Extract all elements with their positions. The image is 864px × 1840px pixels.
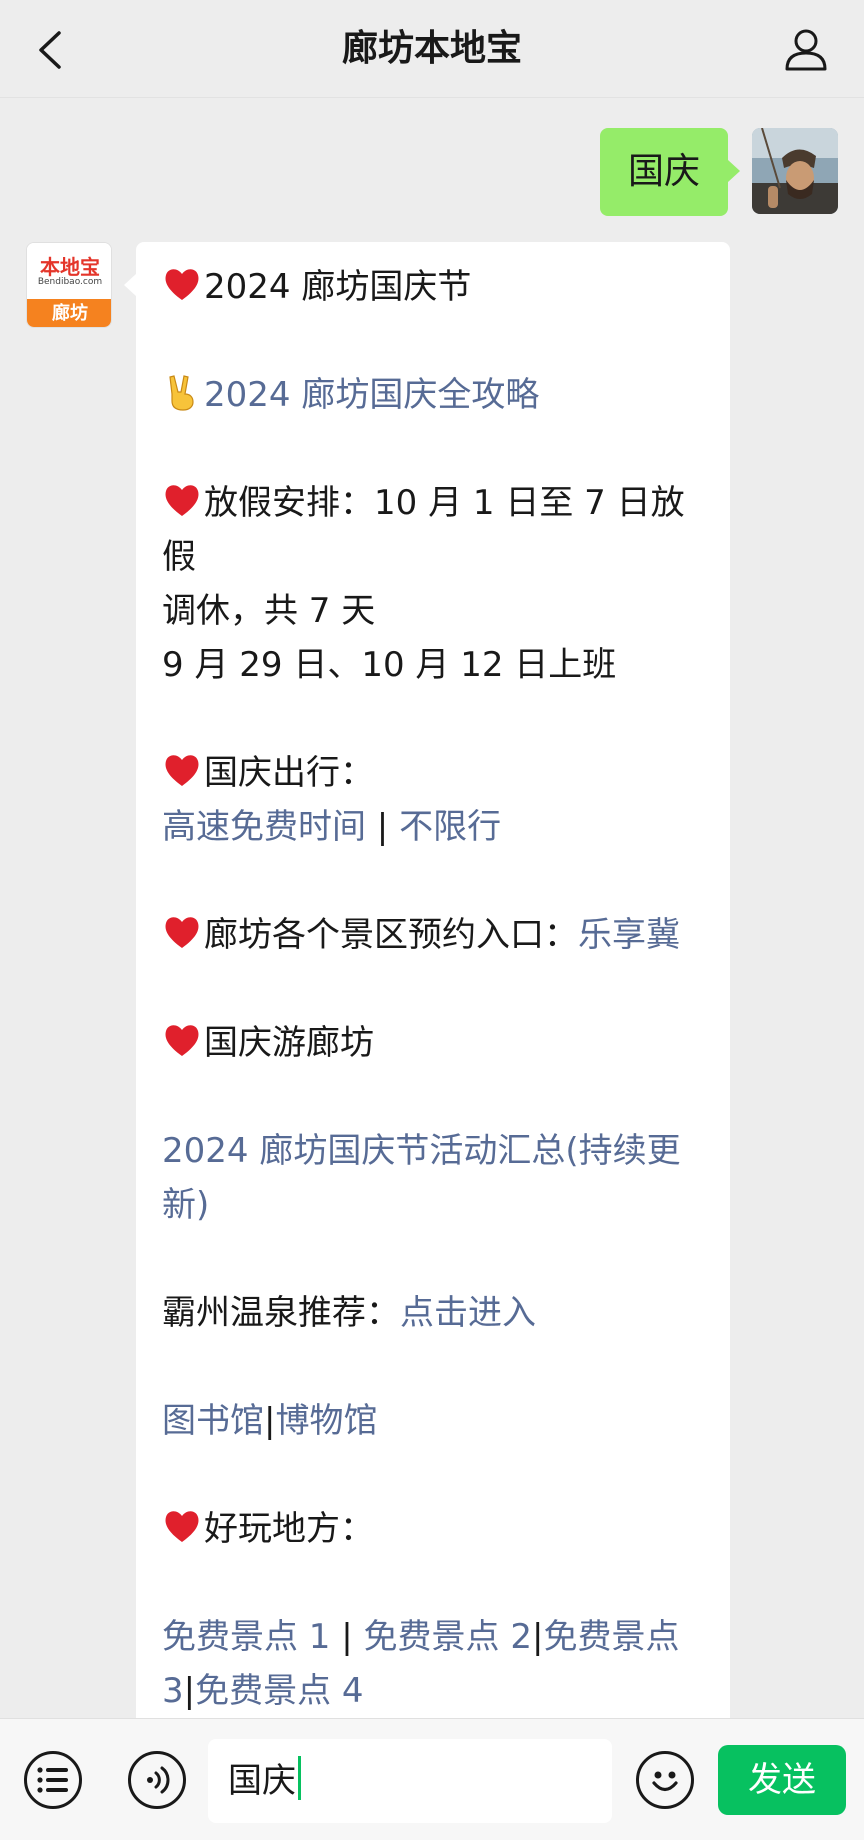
scenic-booking-link[interactable]: 乐享冀 — [578, 915, 680, 955]
link-separator: | — [531, 1617, 544, 1657]
holiday-text-2: 调休，共 7 天 — [162, 591, 376, 631]
holiday-label: 放假安排： — [204, 483, 374, 523]
holiday-text-3: 9 月 29 日、10 月 12 日上班 — [162, 645, 617, 685]
red-heart-icon — [165, 1511, 199, 1542]
holiday-line: 放假安排：10 月 1 日至 7 日放假 — [162, 476, 704, 584]
scenic-line: 廊坊各个景区预约入口：乐享冀 — [162, 908, 704, 962]
input-text: 国庆 — [228, 1761, 296, 1801]
fun-line: 好玩地方： — [162, 1502, 704, 1556]
menu-button[interactable] — [24, 1751, 82, 1809]
send-button[interactable]: 发送 — [718, 1745, 846, 1815]
top-bar: 廊坊本地宝 — [0, 0, 864, 98]
free-spot-1-link[interactable]: 免费景点 1 — [162, 1617, 330, 1657]
victory-hand-icon — [169, 375, 194, 411]
user-avatar-image — [752, 128, 838, 214]
list-menu-icon — [37, 1767, 68, 1793]
red-heart-icon — [165, 917, 199, 948]
voice-icon — [147, 1766, 170, 1794]
guide-line: 2024 廊坊国庆全攻略 — [162, 368, 704, 422]
logo-subtext: Bendibao.com — [37, 277, 103, 287]
library-link[interactable]: 图书馆 — [162, 1401, 264, 1441]
user-message-bubble[interactable]: 国庆 — [599, 128, 741, 216]
link-separator: | — [330, 1617, 364, 1657]
link-separator: | — [366, 807, 400, 847]
back-button[interactable] — [22, 22, 78, 78]
hotspring-line: 霸州温泉推荐：点击进入 — [162, 1286, 704, 1340]
bot-avatar[interactable]: 本地宝 Bendibao.com 廊坊 — [26, 242, 112, 328]
red-heart-icon — [165, 1025, 199, 1056]
chat-area[interactable]: 国庆 本地宝 Bendibao.com 廊坊 2024 廊坊国庆节 2024 廊… — [0, 98, 864, 1718]
guide-link[interactable]: 2024 廊坊国庆全攻略 — [204, 375, 539, 415]
link-separator: | — [264, 1401, 276, 1441]
museum-link[interactable]: 博物馆 — [275, 1401, 377, 1441]
person-icon — [785, 29, 827, 71]
no-restriction-link[interactable]: 不限行 — [399, 807, 501, 847]
tour-line: 国庆游廊坊 — [162, 1016, 704, 1070]
chevron-left-icon — [39, 31, 61, 69]
activity-line: 2024 廊坊国庆节活动汇总(持续更新) — [162, 1124, 704, 1232]
hotspring-label: 霸州温泉推荐： — [162, 1293, 400, 1333]
highway-free-link[interactable]: 高速免费时间 — [162, 807, 366, 847]
scenic-label: 廊坊各个景区预约入口： — [204, 915, 578, 955]
travel-label: 国庆出行： — [204, 753, 374, 793]
chat-title: 廊坊本地宝 — [341, 28, 522, 69]
hotspring-link[interactable]: 点击进入 — [400, 1293, 536, 1333]
input-bar: 国庆 发送 — [0, 1718, 864, 1840]
red-heart-icon — [165, 485, 199, 516]
link-separator: | — [183, 1671, 196, 1711]
travel-line: 国庆出行： — [162, 746, 704, 800]
emoji-button[interactable] — [636, 1751, 694, 1809]
red-heart-icon — [165, 269, 199, 300]
logo-text: 本地宝 — [40, 255, 100, 279]
tour-label: 国庆游廊坊 — [204, 1023, 374, 1063]
profile-button[interactable] — [778, 22, 834, 78]
free-spot-4-link[interactable]: 免费景点 4 — [195, 1671, 363, 1711]
reply-title-line: 2024 廊坊国庆节 — [162, 260, 704, 314]
bot-message-bubble[interactable]: 2024 廊坊国庆节 2024 廊坊国庆全攻略 放假安排：10 月 1 日至 7… — [124, 242, 730, 1718]
travel-links: 高速免费时间 | 不限行 — [162, 800, 704, 854]
free-spot-2-link[interactable]: 免费景点 2 — [364, 1617, 532, 1657]
free-spots-line: 免费景点 1 | 免费景点 2|免费景点 3|免费景点 4 — [162, 1610, 704, 1718]
message-input[interactable]: 国庆 — [208, 1739, 612, 1823]
fun-label: 好玩地方： — [204, 1509, 374, 1549]
library-museum-line: 图书馆|博物馆 — [162, 1394, 704, 1448]
logo-city: 廊坊 — [27, 299, 111, 327]
text-cursor — [298, 1756, 301, 1800]
user-avatar[interactable] — [752, 128, 838, 214]
red-heart-icon — [165, 755, 199, 786]
emoji-icon — [652, 1771, 678, 1792]
reply-title: 2024 廊坊国庆节 — [204, 267, 472, 307]
activity-summary-link[interactable]: 2024 廊坊国庆节活动汇总(持续更新) — [162, 1131, 681, 1225]
voice-button[interactable] — [128, 1751, 186, 1809]
